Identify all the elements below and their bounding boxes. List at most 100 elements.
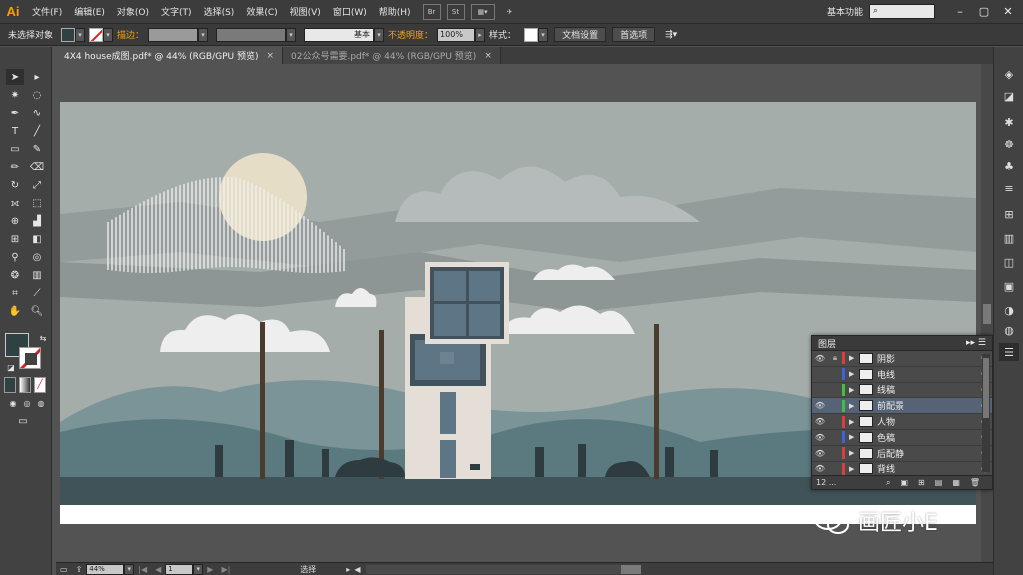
magic-wand-tool-icon[interactable]: ✷ xyxy=(6,87,24,103)
horizontal-scrollbar[interactable] xyxy=(366,564,642,574)
gradient-panel-icon[interactable]: ▣ xyxy=(999,277,1019,295)
stroke-color-box[interactable] xyxy=(19,347,41,369)
zoom-field[interactable]: 44% xyxy=(86,563,125,575)
variable-width-field[interactable] xyxy=(216,27,287,42)
visibility-eye-icon[interactable]: 👁︎ xyxy=(812,417,828,426)
menu-type[interactable]: 文字(T) xyxy=(155,5,198,18)
type-tool-icon[interactable]: T xyxy=(6,123,24,139)
minimize-button[interactable]: – xyxy=(951,3,969,19)
lasso-tool-icon[interactable]: ◌ xyxy=(28,87,46,103)
expand-triangle-icon[interactable]: ▶ xyxy=(849,449,859,457)
panel-menu-icon[interactable]: ▸▸ ☰ xyxy=(966,338,986,348)
workspace-switcher[interactable]: 基本功能 xyxy=(827,5,863,18)
layer-row[interactable]: 👁︎🔒︎▶阴影○ xyxy=(812,351,992,367)
visibility-eye-icon[interactable]: 👁︎ xyxy=(812,464,828,473)
swatches-panel-icon[interactable]: ✱ xyxy=(999,113,1019,131)
fill-swatch[interactable] xyxy=(61,27,76,42)
layer-name[interactable]: 人物 xyxy=(877,415,978,428)
stroke-dropdown[interactable]: ▾ xyxy=(103,27,114,42)
new-sublayer-icon[interactable]: ⊞ xyxy=(918,478,925,487)
tab-wechat-pdf[interactable]: 02公众号需要.pdf* @ 44% (RGB/GPU 预览) × xyxy=(283,47,501,64)
first-artboard-icon[interactable]: |◀ xyxy=(134,565,151,574)
layers-title[interactable]: 图层 xyxy=(818,337,836,350)
layer-name[interactable]: 背线 xyxy=(877,462,978,475)
layer-row[interactable]: 👁︎▶色稿○ xyxy=(812,430,992,446)
selection-tool-icon[interactable]: ➤ xyxy=(6,69,24,85)
layer-name[interactable]: 前配景 xyxy=(877,399,978,412)
perspective-grid-tool-icon[interactable]: ▟ xyxy=(28,213,46,229)
menu-select[interactable]: 选择(S) xyxy=(198,5,241,18)
last-artboard-icon[interactable]: ▶| xyxy=(217,565,234,574)
visibility-eye-icon[interactable]: 👁︎ xyxy=(812,354,828,363)
scroll-left-icon[interactable]: ◀ xyxy=(354,565,360,574)
swap-colors-icon[interactable]: ⇆ xyxy=(34,330,52,346)
scroll-thumb[interactable] xyxy=(983,304,991,324)
style-swatch[interactable] xyxy=(524,27,539,42)
layer-row[interactable]: ▶线稿○ xyxy=(812,383,992,399)
expand-triangle-icon[interactable]: ▶ xyxy=(849,465,859,473)
menu-effect[interactable]: 效果(C) xyxy=(240,5,283,18)
expand-triangle-icon[interactable]: ▶ xyxy=(849,354,859,362)
layer-row[interactable]: 👁︎▶后配静○ xyxy=(812,446,992,462)
screen-mode-icon[interactable]: ▭ xyxy=(14,413,32,429)
export-icon[interactable]: ⇪ xyxy=(72,565,87,574)
style-dropdown[interactable]: ▾ xyxy=(538,27,549,42)
artboard-number-field[interactable]: 1 xyxy=(165,563,194,575)
zoom-dropdown[interactable]: ▾ xyxy=(124,563,135,575)
blend-tool-icon[interactable]: ◎ xyxy=(28,249,46,265)
stroke-panel-icon[interactable]: ≡ xyxy=(999,179,1019,197)
color-guide-icon[interactable]: ◪ xyxy=(999,87,1019,105)
expand-triangle-icon[interactable]: ▶ xyxy=(849,418,859,426)
menu-help[interactable]: 帮助(H) xyxy=(373,5,417,18)
layers-scroll-thumb[interactable] xyxy=(983,358,989,418)
artboard-tool-icon[interactable]: ⌗ xyxy=(6,285,24,301)
layer-name[interactable]: 阴影 xyxy=(877,352,978,365)
arrange-documents-icon[interactable]: ▦▾ xyxy=(470,3,495,20)
artboard-nav-icon[interactable]: ▭ xyxy=(56,565,72,574)
layer-row[interactable]: 👁︎▶人物○ xyxy=(812,414,992,430)
layer-name[interactable]: 后配静 xyxy=(877,447,978,460)
eraser-tool-icon[interactable]: ⌫ xyxy=(28,159,46,175)
tab-close-icon[interactable]: × xyxy=(484,51,492,61)
none-mode-button[interactable]: ╱ xyxy=(34,377,46,393)
rotate-tool-icon[interactable]: ↻ xyxy=(6,177,24,193)
opacity-label[interactable]: 不透明度： xyxy=(384,28,437,41)
zoom-tool-icon[interactable]: 🔍︎ xyxy=(28,303,46,319)
locate-object-icon[interactable]: ⌕ xyxy=(886,478,890,488)
bridge-button[interactable]: Br xyxy=(422,3,441,20)
stroke-weight-field[interactable] xyxy=(148,27,199,42)
clipping-mask-icon[interactable]: ▣ xyxy=(900,478,908,487)
close-button[interactable]: ✕ xyxy=(999,3,1017,19)
layers-panel-icon[interactable]: ☰ xyxy=(999,343,1019,361)
tab-house-pdf[interactable]: 4X4 house成图.pdf* @ 44% (RGB/GPU 预览) × xyxy=(56,47,284,64)
align-panel-icon[interactable]: ▥ xyxy=(999,229,1019,247)
layer-row[interactable]: ▶电线○ xyxy=(812,367,992,383)
layer-row[interactable]: 👁︎▶前配景○ xyxy=(812,398,992,415)
direct-selection-tool-icon[interactable]: ▸ xyxy=(28,69,46,85)
menu-edit[interactable]: 编辑(E) xyxy=(68,5,111,18)
brush-field[interactable]: 基本 xyxy=(304,27,375,42)
symbols-panel-icon[interactable]: ♣ xyxy=(999,157,1019,175)
symbol-sprayer-tool-icon[interactable]: ❂ xyxy=(6,267,24,283)
expand-triangle-icon[interactable]: ▶ xyxy=(849,370,859,378)
layer-name[interactable]: 色稿 xyxy=(877,431,978,444)
transform-options-icon[interactable]: ⇶▾ xyxy=(661,30,681,40)
new-layer-plus-icon[interactable]: ▦ xyxy=(952,478,960,487)
preferences-button[interactable]: 首选项 xyxy=(612,27,656,42)
free-transform-tool-icon[interactable]: ⬚ xyxy=(28,195,46,211)
variable-width-dropdown[interactable]: ▾ xyxy=(286,27,297,42)
scale-tool-icon[interactable]: ⤢ xyxy=(28,177,46,193)
layer-name[interactable]: 电线 xyxy=(877,368,978,381)
shape-builder-tool-icon[interactable]: ⊕ xyxy=(6,213,24,229)
opacity-field[interactable]: 100% xyxy=(437,27,476,42)
color-mode-button[interactable] xyxy=(4,377,16,393)
visibility-eye-icon[interactable]: 👁︎ xyxy=(812,401,828,410)
tab-close-icon[interactable]: × xyxy=(266,51,274,61)
delete-layer-icon[interactable]: 🗑︎ xyxy=(970,478,980,487)
line-tool-icon[interactable]: ╱ xyxy=(28,123,46,139)
menu-window[interactable]: 窗口(W) xyxy=(327,5,373,18)
brushes-panel-icon[interactable]: ☸ xyxy=(999,135,1019,153)
status-menu-icon[interactable]: ▸ xyxy=(346,565,350,574)
expand-triangle-icon[interactable]: ▶ xyxy=(849,386,859,394)
hand-tool-icon[interactable]: ✋ xyxy=(6,303,24,319)
